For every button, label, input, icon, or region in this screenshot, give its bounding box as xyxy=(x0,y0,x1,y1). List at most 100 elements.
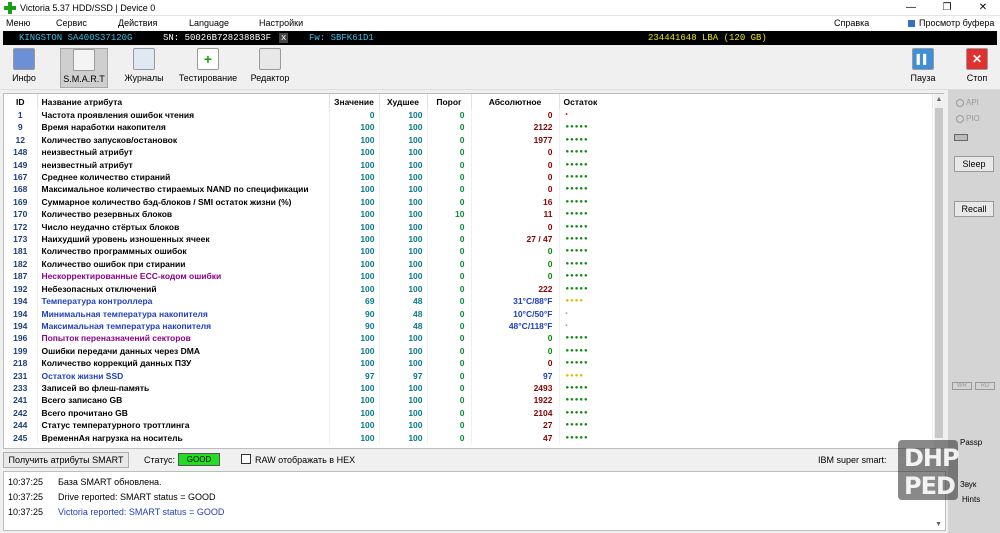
log-text: Victoria reported: SMART status = GOOD xyxy=(58,507,225,517)
testing-label: Тестирование xyxy=(178,73,238,83)
drive-lba: 234441648 LBA (120 GB) xyxy=(648,33,767,43)
table-row[interactable]: 194 Температура контроллера 69 48 0 31°C/88°F… xyxy=(4,295,933,308)
table-row[interactable]: 194 Минимальная температура накопителя 90 4… xyxy=(4,307,933,320)
close-button[interactable]: ✕ xyxy=(968,1,998,15)
vertical-scrollbar[interactable]: ▲ xyxy=(934,94,944,448)
menu-item-buffer[interactable]: Просмотр буфера xyxy=(919,18,994,28)
drive-x[interactable]: x xyxy=(279,33,289,43)
table-row[interactable]: 1 Частота проявления ошибок чтения 0 100 0 0 • xyxy=(4,109,933,122)
table-row[interactable]: 9 Время наработки накопителя 100 100 0 2122 ●●… xyxy=(4,121,933,134)
table-row[interactable]: 199 Ошибки передачи данных через DMA 100 10… xyxy=(4,344,933,358)
logs-button[interactable]: Журналы xyxy=(122,48,166,88)
cell-worst: 97 xyxy=(379,369,428,382)
raw-hex-checkbox[interactable] xyxy=(241,454,251,464)
stop-button[interactable]: ✕ Стоп xyxy=(960,48,994,88)
drive-info-bar[interactable]: KINGSTON SA400S37120G SN: 50026B7282388B… xyxy=(3,31,997,45)
api-radio[interactable]: API xyxy=(956,98,979,107)
cell-raw: 1977 xyxy=(471,133,560,147)
info-button[interactable]: Инфо xyxy=(4,48,44,88)
window-title: Victoria 5.37 HDD/SSD | Device 0 xyxy=(20,3,156,13)
table-row[interactable]: 182 Количество ошибок при стирании 100 100 0… xyxy=(4,257,933,271)
table-row[interactable]: 242 Всего прочитано GB 100 100 0 2104 ●●●●● xyxy=(4,406,933,420)
table-row[interactable]: 192 Небезопасных отключений 100 100 0 222 ●●●●… xyxy=(4,282,933,296)
cell-id: 182 xyxy=(4,257,38,271)
table-row[interactable]: 244 Статус температурного троттлинга 100 10… xyxy=(4,419,933,432)
table-row[interactable]: 148 неизвестный атрибут 100 100 0 0 ●●●●● xyxy=(4,146,933,159)
cell-health: • xyxy=(559,109,933,122)
cell-threshold: 10 xyxy=(427,208,472,221)
rd-button[interactable]: RD xyxy=(975,382,995,390)
cell-threshold: 0 xyxy=(427,357,472,370)
table-row[interactable]: 241 Всего записано GB 100 100 0 1922 ●●●●● xyxy=(4,394,933,407)
table-row[interactable]: 233 Записей во флеш-память 100 100 0 2493 ●●●●… xyxy=(4,381,933,395)
log-entry: 10:37:25 Victoria reported: SMART status … xyxy=(8,507,224,517)
scroll-up-icon[interactable]: ▲ xyxy=(935,96,943,104)
raw-hex-label: RAW отображать в HEX xyxy=(255,455,356,465)
table-row[interactable]: 231 Остаток жизни SSD 97 97 0 97 ●●●● xyxy=(4,369,933,382)
table-row[interactable]: 194 Максимальная температура накопителя 90… xyxy=(4,319,933,333)
wr-button[interactable]: WR xyxy=(952,382,972,390)
table-row[interactable]: 167 Среднее количество стираний 100 100 0 0 ●●… xyxy=(4,171,933,184)
log-scroll-down-icon[interactable]: ▼ xyxy=(935,521,942,528)
pause-button[interactable]: ▌▌ Пауза xyxy=(906,48,940,88)
editor-label: Редактор xyxy=(250,73,290,83)
menu-item-menu[interactable]: Меню xyxy=(6,18,30,28)
cell-value: 100 xyxy=(329,357,380,370)
col-worst[interactable]: Худшее xyxy=(379,94,428,109)
sleep-button[interactable]: Sleep xyxy=(954,156,994,172)
table-row[interactable]: 173 Наихудший уровень изношенных ячеек 100… xyxy=(4,233,933,246)
cell-id: 173 xyxy=(4,233,38,246)
cell-health: ●●●●● xyxy=(559,257,933,271)
col-raw[interactable]: Абсолютное xyxy=(471,94,560,109)
cell-threshold: 0 xyxy=(427,133,472,147)
cell-worst: 100 xyxy=(379,233,428,246)
status-badge: GOOD xyxy=(178,453,220,466)
menu-item-settings[interactable]: Настройки xyxy=(259,18,303,28)
cell-value: 100 xyxy=(329,133,380,147)
table-row[interactable]: 168 Максимальное количество стираемых NAN… xyxy=(4,183,933,196)
col-name[interactable]: Название атрибута xyxy=(37,94,330,109)
cell-threshold: 0 xyxy=(427,220,472,234)
cell-name: Количество резервных блоков xyxy=(37,208,330,221)
table-row[interactable]: 12 Количество запусков/остановок 100 100 0 19… xyxy=(4,133,933,147)
cell-name: Записей во флеш-память xyxy=(37,381,330,395)
table-row[interactable]: 181 Количество программных ошибок 100 100 0 0… xyxy=(4,245,933,258)
table-row[interactable]: 169 Суммарное количество бэд-блоков / SMI… xyxy=(4,195,933,209)
cell-name: Минимальная температура накопителя xyxy=(37,307,330,320)
menu-item-help[interactable]: Справка xyxy=(834,18,869,28)
editor-button[interactable]: Редактор xyxy=(249,48,291,88)
table-row[interactable]: 218 Количество коррекций данных ПЗУ 100 100… xyxy=(4,357,933,370)
menu-item-language[interactable]: Language xyxy=(189,18,229,28)
col-value[interactable]: Значение xyxy=(329,94,380,109)
get-smart-button[interactable]: Получить атрибуты SMART xyxy=(3,452,129,468)
table-row[interactable]: 170 Количество резервных блоков 100 100 10 11… xyxy=(4,208,933,221)
cell-health: ●●●●● xyxy=(559,158,933,172)
table-row[interactable]: 187 Нескорректированные ECC-кодом ошибки 1… xyxy=(4,270,933,283)
cell-value: 100 xyxy=(329,158,380,172)
cell-name: Суммарное количество бэд-блоков / SMI ос… xyxy=(37,195,330,209)
cell-value: 100 xyxy=(329,419,380,432)
col-health[interactable]: Остаток xyxy=(559,94,933,109)
plus-icon: + xyxy=(197,48,219,70)
col-threshold[interactable]: Порог xyxy=(427,94,472,109)
pio-radio[interactable]: PIO xyxy=(956,114,980,123)
smart-button[interactable]: S.M.A.R.T xyxy=(60,48,108,88)
cell-worst: 100 xyxy=(379,270,428,283)
cell-worst: 100 xyxy=(379,109,428,122)
recall-button[interactable]: Recall xyxy=(954,201,994,217)
scroll-thumb[interactable] xyxy=(935,108,943,438)
col-id[interactable]: ID xyxy=(4,94,38,109)
cell-threshold: 0 xyxy=(427,257,472,271)
log-entry: 10:37:25 База SMART обновлена. xyxy=(8,477,162,487)
menu-item-actions[interactable]: Действия xyxy=(118,18,157,28)
table-row[interactable]: 245 ВременнАя нагрузка на носитель 100 100 0… xyxy=(4,431,933,444)
minimize-button[interactable]: — xyxy=(896,1,926,15)
table-row[interactable]: 172 Число неудачно стёртых блоков 100 100 0 0… xyxy=(4,220,933,234)
cell-value: 100 xyxy=(329,195,380,209)
testing-button[interactable]: + Тестирование xyxy=(178,48,238,88)
maximize-button[interactable]: ❐ xyxy=(932,1,962,15)
table-row[interactable]: 149 неизвестный атрибут 100 100 0 0 ●●●●● xyxy=(4,158,933,172)
menu-item-service[interactable]: Сервис xyxy=(56,18,87,28)
radio-icon xyxy=(956,98,964,107)
table-row[interactable]: 196 Попыток переназначений секторов 100 100… xyxy=(4,332,933,345)
